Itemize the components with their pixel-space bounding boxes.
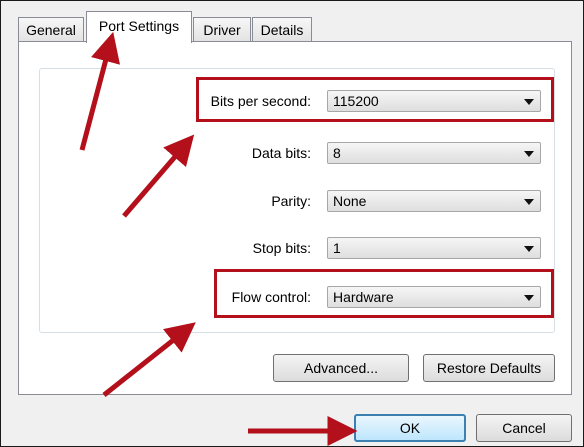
annotation-arrow-icon [102, 322, 196, 397]
annotation-arrow-icon [79, 31, 121, 151]
annotation-arrows [79, 31, 358, 446]
annotation-arrow-icon [122, 134, 195, 218]
